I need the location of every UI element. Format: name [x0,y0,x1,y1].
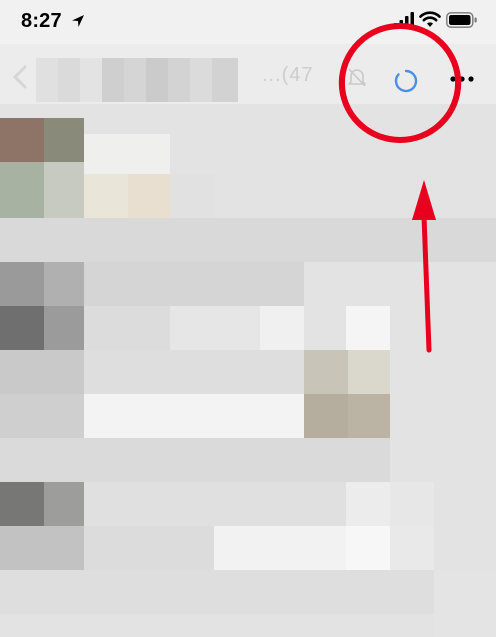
nav-title: ...(47 [262,64,314,86]
chevron-left-icon[interactable] [10,64,30,90]
location-arrow-icon [72,15,84,27]
status-time: 8:27 [21,10,62,32]
battery-icon [446,12,477,28]
red-highlight-circle [338,23,462,143]
wifi-icon [419,11,441,27]
red-pointer-arrow [412,180,436,353]
